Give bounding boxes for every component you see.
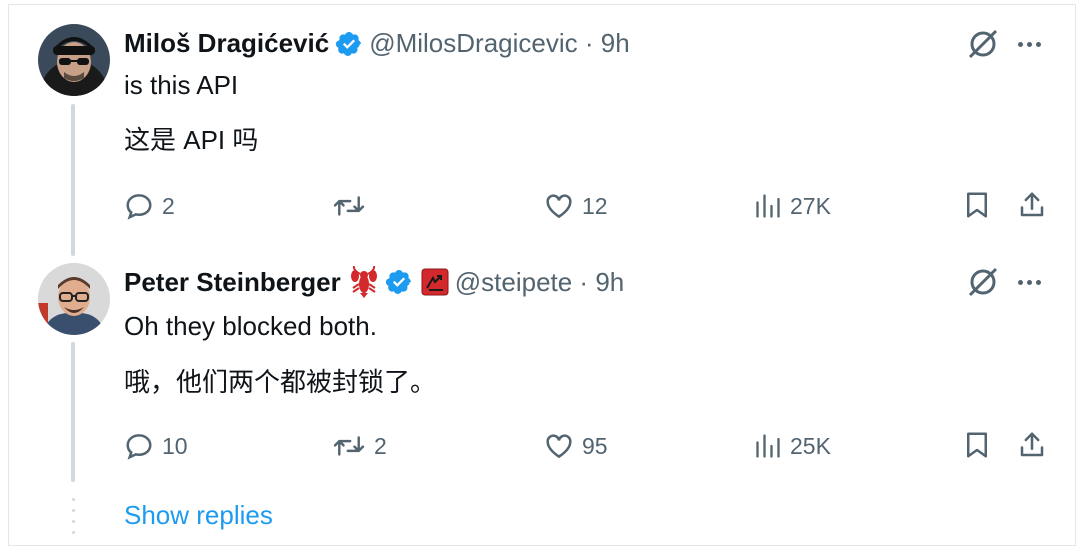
reply-count: 10 bbox=[162, 432, 188, 459]
lobster-emoji-icon bbox=[349, 266, 379, 298]
repost-button[interactable]: 2 bbox=[332, 431, 387, 461]
views-button[interactable]: 25K bbox=[754, 431, 831, 461]
verified-badge-icon bbox=[385, 268, 413, 296]
like-icon bbox=[544, 431, 574, 461]
tweet-header: Miloš Dragićević @MilosDragicevic · 9h bbox=[124, 28, 630, 59]
thread-connector bbox=[71, 342, 75, 482]
thread-dots bbox=[72, 498, 75, 542]
views-icon bbox=[754, 431, 782, 461]
red-affiliate-badge-icon[interactable] bbox=[421, 268, 449, 296]
share-button[interactable] bbox=[1017, 429, 1047, 461]
show-replies-link[interactable]: Show replies bbox=[124, 500, 273, 531]
tweet-top-actions bbox=[966, 265, 1041, 299]
share-icon bbox=[1017, 189, 1047, 221]
more-icon[interactable] bbox=[1018, 279, 1041, 285]
bookmark-button[interactable] bbox=[962, 429, 992, 461]
tweet-text-line: 这是 API 吗 bbox=[124, 125, 259, 155]
repost-button[interactable] bbox=[332, 191, 374, 221]
tweet-text-line: 哦，他们两个都被封锁了。 bbox=[124, 367, 437, 397]
author-name[interactable]: Miloš Dragićević bbox=[124, 28, 329, 59]
like-button[interactable]: 12 bbox=[544, 191, 608, 221]
tweet-text-line: is this API bbox=[124, 70, 239, 100]
like-count: 95 bbox=[582, 432, 608, 459]
verified-badge-icon bbox=[335, 30, 363, 58]
like-button[interactable]: 95 bbox=[544, 431, 608, 461]
bookmark-icon bbox=[962, 189, 992, 221]
views-icon bbox=[754, 191, 782, 221]
author-handle[interactable]: @MilosDragicevic · 9h bbox=[369, 28, 629, 59]
repost-icon bbox=[332, 191, 366, 221]
like-icon bbox=[544, 191, 574, 221]
bookmark-icon bbox=[962, 429, 992, 461]
tweet-top-actions bbox=[966, 27, 1041, 61]
grok-icon[interactable] bbox=[966, 265, 1000, 299]
repost-count: 2 bbox=[374, 432, 387, 459]
views-button[interactable]: 27K bbox=[754, 191, 831, 221]
avatar[interactable] bbox=[38, 263, 110, 335]
views-count: 25K bbox=[790, 432, 831, 459]
more-icon[interactable] bbox=[1018, 41, 1041, 47]
author-handle[interactable]: @steipete · 9h bbox=[455, 267, 624, 298]
reply-icon bbox=[124, 431, 154, 461]
avatar[interactable] bbox=[38, 24, 110, 96]
repost-icon bbox=[332, 431, 366, 461]
reply-count: 2 bbox=[162, 192, 175, 219]
tweet-text-line: Oh they blocked both. bbox=[124, 311, 377, 341]
thread-connector bbox=[71, 104, 75, 256]
reply-button[interactable]: 2 bbox=[124, 191, 175, 221]
tweet-header: Peter Steinberger @steipete · 9h bbox=[124, 266, 624, 298]
like-count: 12 bbox=[582, 192, 608, 219]
bookmark-button[interactable] bbox=[962, 189, 992, 221]
reply-icon bbox=[124, 191, 154, 221]
views-count: 27K bbox=[790, 192, 831, 219]
grok-icon[interactable] bbox=[966, 27, 1000, 61]
share-icon bbox=[1017, 429, 1047, 461]
author-name[interactable]: Peter Steinberger bbox=[124, 267, 341, 298]
reply-button[interactable]: 10 bbox=[124, 431, 188, 461]
share-button[interactable] bbox=[1017, 189, 1047, 221]
